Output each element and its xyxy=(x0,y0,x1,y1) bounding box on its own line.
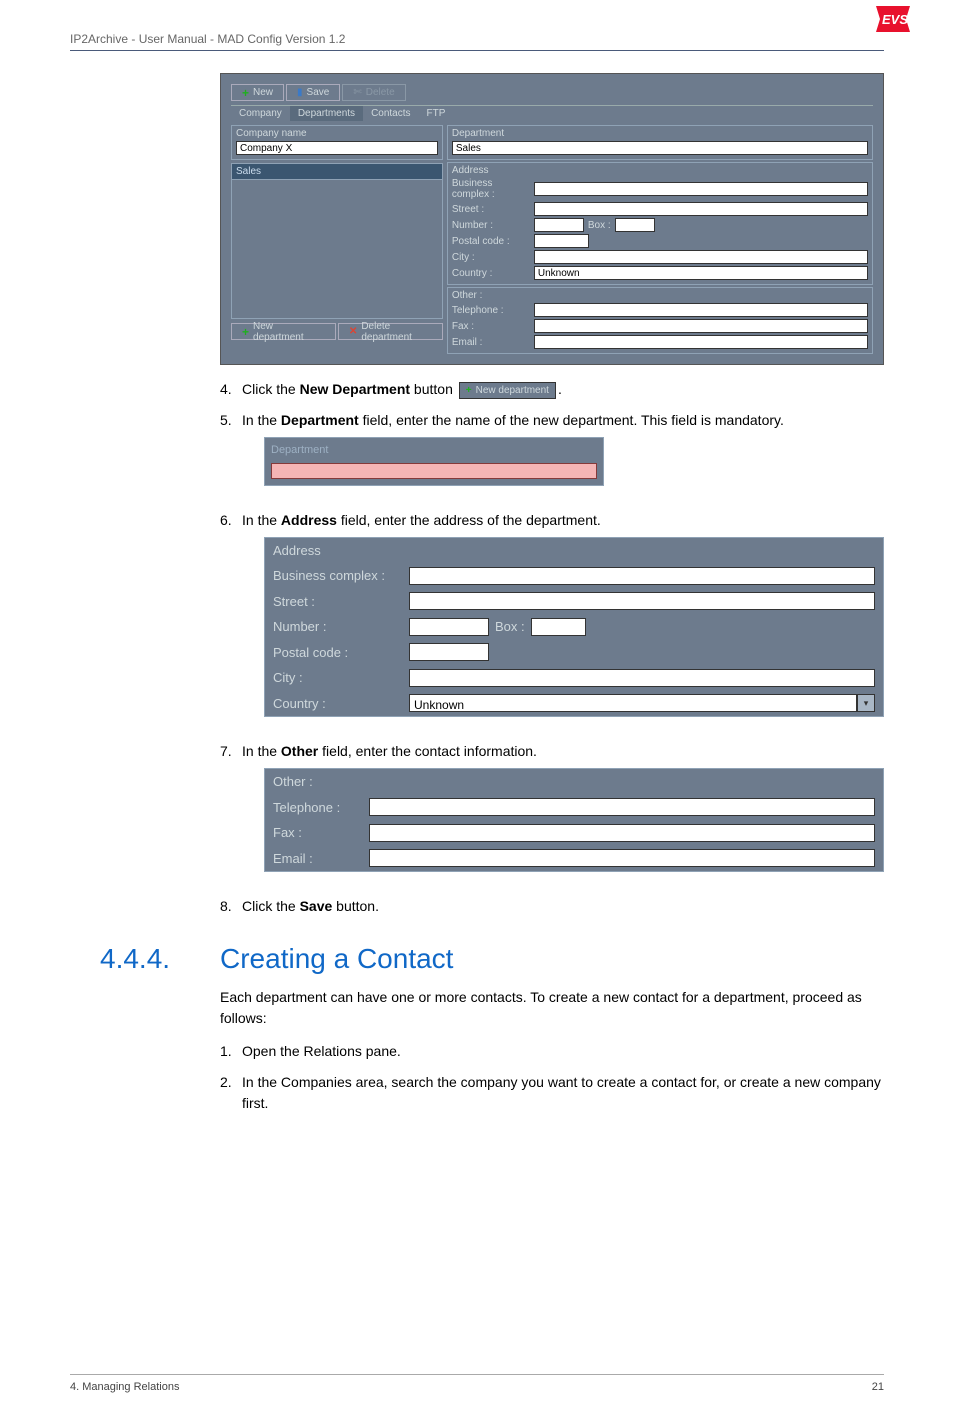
city-input[interactable] xyxy=(409,669,875,687)
country-label: Country : xyxy=(452,268,530,279)
number-label: Number : xyxy=(273,617,403,637)
sec-step2: In the Companies area, search the compan… xyxy=(242,1072,884,1114)
step-6-text: In the Address field, enter the address … xyxy=(242,510,884,732)
box-input[interactable] xyxy=(531,618,586,636)
biz-input[interactable] xyxy=(534,182,868,196)
box-input[interactable] xyxy=(615,218,655,232)
company-name-label: Company name xyxy=(236,128,438,139)
email-input[interactable] xyxy=(369,849,875,867)
biz-label: Business complex : xyxy=(452,178,530,200)
relations-pane-screenshot: +New ▮Save ✄Delete Company Departments C… xyxy=(220,73,884,365)
footer-page: 21 xyxy=(872,1381,884,1393)
city-input[interactable] xyxy=(534,250,868,264)
department-input[interactable]: Sales xyxy=(452,141,868,155)
floppy-icon: ▮ xyxy=(297,87,303,98)
delete-department-button[interactable]: ✕Delete department xyxy=(338,323,443,340)
step-7-num: 7. xyxy=(220,741,242,886)
sec-step1-num: 1. xyxy=(220,1041,242,1062)
fax-label: Fax : xyxy=(273,823,363,843)
street-label: Street : xyxy=(452,204,530,215)
step-6-num: 6. xyxy=(220,510,242,732)
plus-icon: + xyxy=(242,325,249,339)
box-label: Box : xyxy=(495,617,525,637)
section-intro: Each department can have one or more con… xyxy=(220,987,884,1029)
tel-input[interactable] xyxy=(534,303,868,317)
number-input[interactable] xyxy=(409,618,489,636)
department-field-screenshot: Department xyxy=(264,437,604,486)
step-5-text: In the Department field, enter the name … xyxy=(242,410,884,500)
number-label: Number : xyxy=(452,220,530,231)
tab-contacts[interactable]: Contacts xyxy=(363,106,418,121)
plus-icon: + xyxy=(242,86,249,100)
new-department-inline-button: +New department xyxy=(459,382,556,399)
street-input[interactable] xyxy=(534,202,868,216)
other-head: Other : xyxy=(265,769,883,795)
fax-label: Fax : xyxy=(452,321,530,332)
dept-list-header: Sales xyxy=(231,163,443,179)
country-select[interactable]: Unknown xyxy=(534,266,868,280)
tel-label: Telephone : xyxy=(273,798,363,818)
box-label: Box : xyxy=(588,220,611,231)
email-label: Email : xyxy=(273,849,363,869)
step-7-text: In the Other field, enter the contact in… xyxy=(242,741,884,886)
biz-label: Business complex : xyxy=(273,566,403,586)
tel-label: Telephone : xyxy=(452,305,530,316)
department-label: Department xyxy=(452,128,868,139)
email-input[interactable] xyxy=(534,335,868,349)
address-field-screenshot: Address Business complex : Street : Numb… xyxy=(264,537,884,718)
tab-departments[interactable]: Departments xyxy=(290,106,363,121)
department-mandatory-input xyxy=(271,463,597,479)
country-select[interactable]: Unknown xyxy=(409,694,857,712)
city-label: City : xyxy=(273,668,403,688)
sec-step1: Open the Relations pane. xyxy=(242,1041,884,1062)
city-label: City : xyxy=(452,252,530,263)
chevron-down-icon[interactable]: ▾ xyxy=(857,694,875,712)
section-title: Creating a Contact xyxy=(220,943,453,975)
biz-input[interactable] xyxy=(409,567,875,585)
x-icon: ✕ xyxy=(349,326,357,337)
dept-listbox[interactable] xyxy=(231,179,443,319)
step-4-text: Click the New Department button +New dep… xyxy=(242,379,884,400)
step-8-num: 8. xyxy=(220,896,242,917)
tab-ftp[interactable]: FTP xyxy=(419,106,454,121)
address-head: Address xyxy=(265,538,883,564)
step-5-num: 5. xyxy=(220,410,242,500)
delete-icon: ✄ xyxy=(353,87,361,98)
step-4-num: 4. xyxy=(220,379,242,400)
country-label: Country : xyxy=(273,694,403,714)
page-header: IP2Archive - User Manual - MAD Config Ve… xyxy=(70,32,884,46)
street-input[interactable] xyxy=(409,592,875,610)
street-label: Street : xyxy=(273,592,403,612)
email-label: Email : xyxy=(452,337,530,348)
plus-icon: + xyxy=(466,383,472,398)
other-field-screenshot: Other : Telephone : Fax : Email : xyxy=(264,768,884,872)
new-button[interactable]: +New xyxy=(231,84,284,101)
postal-label: Postal code : xyxy=(273,643,403,663)
footer-left: 4. Managing Relations xyxy=(70,1381,179,1393)
save-button[interactable]: ▮Save xyxy=(286,84,340,101)
delete-button: ✄Delete xyxy=(342,84,405,101)
other-label: Other : xyxy=(452,290,868,301)
number-input[interactable] xyxy=(534,218,584,232)
tab-company[interactable]: Company xyxy=(231,106,290,121)
sec-step2-num: 2. xyxy=(220,1072,242,1114)
postal-input[interactable] xyxy=(409,643,489,661)
new-department-button[interactable]: +New department xyxy=(231,323,336,340)
evs-logo: EVS xyxy=(876,6,910,37)
step-8-text: Click the Save button. xyxy=(242,896,884,917)
fax-input[interactable] xyxy=(534,319,868,333)
tel-input[interactable] xyxy=(369,798,875,816)
postal-label: Postal code : xyxy=(452,236,530,247)
postal-input[interactable] xyxy=(534,234,589,248)
address-label: Address xyxy=(452,165,868,176)
company-name-input[interactable]: Company X xyxy=(236,141,438,155)
svg-text:EVS: EVS xyxy=(882,12,908,27)
section-number: 4.4.4. xyxy=(100,943,220,975)
fax-input[interactable] xyxy=(369,824,875,842)
